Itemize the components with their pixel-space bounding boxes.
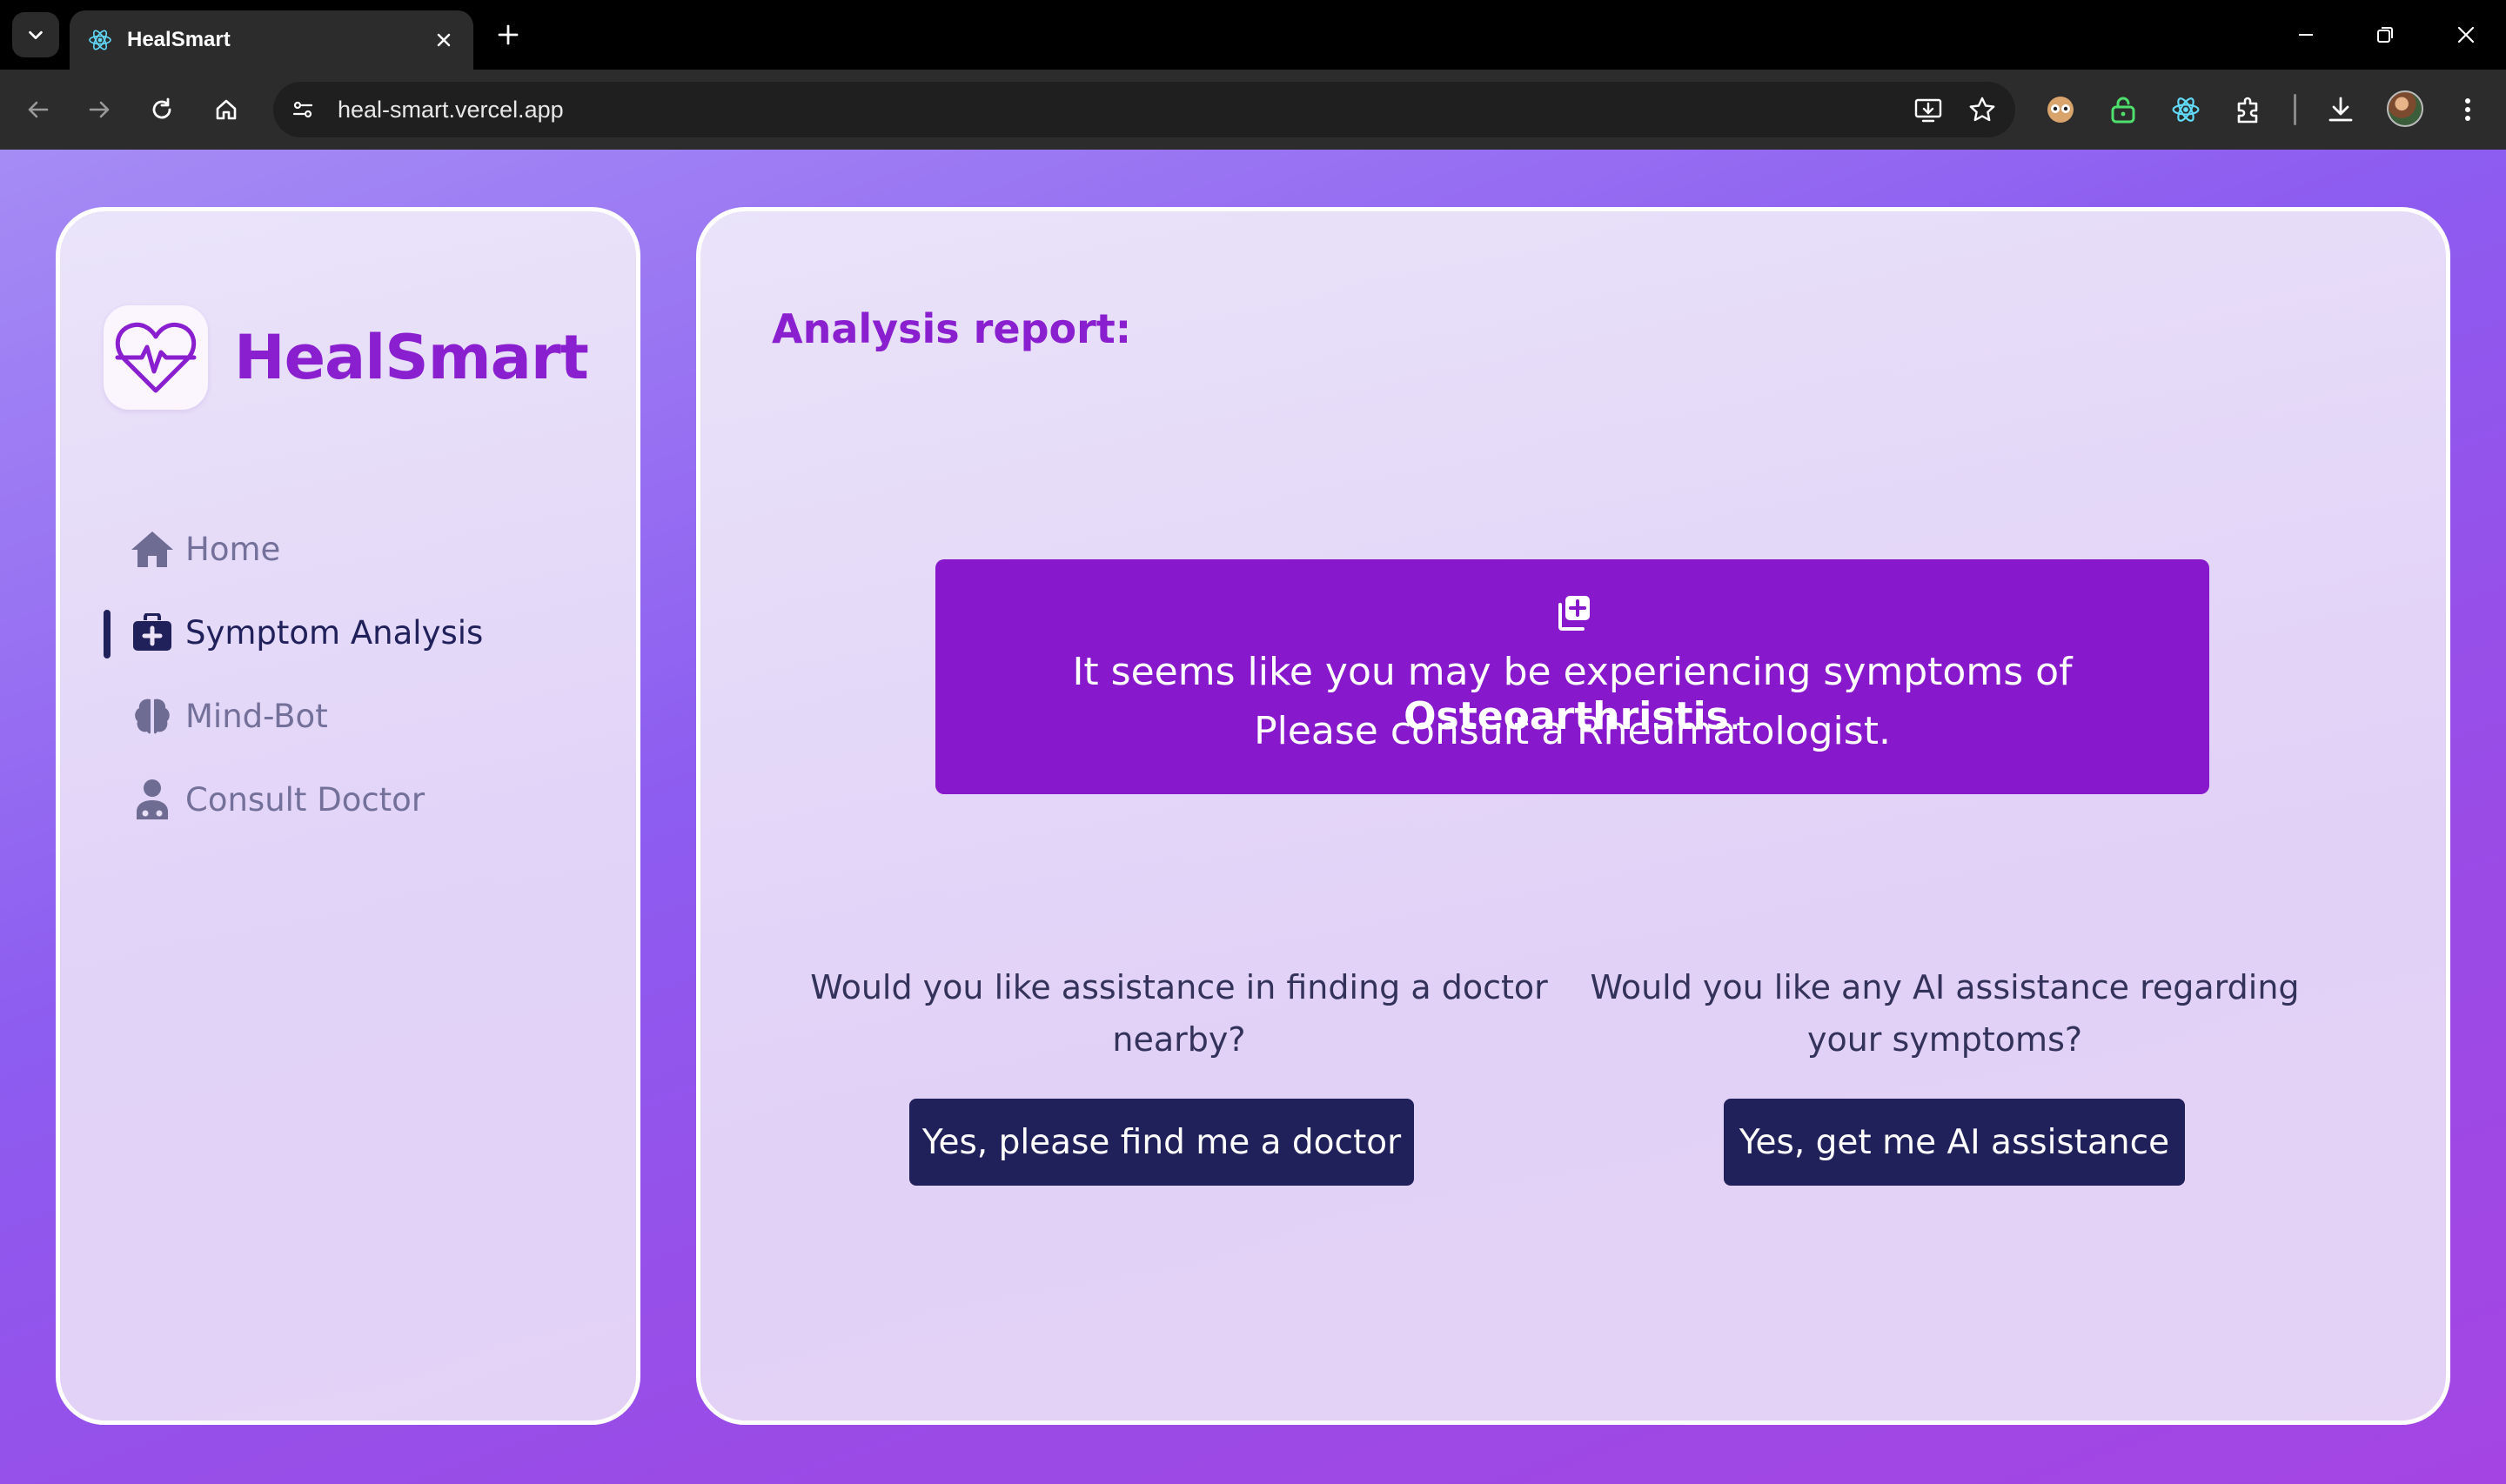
minimize-button[interactable] [2282,14,2330,56]
install-app-button[interactable] [1907,89,1949,130]
sidebar-item-mind-bot[interactable]: Mind-Bot [104,674,591,758]
medkit-icon [130,612,175,653]
toolbar-divider [2294,94,2296,125]
doctor-question: Would you like assistance in finding a d… [810,968,1548,1059]
heart-pulse-icon [115,322,197,393]
sidebar-item-label: Mind-Bot [185,697,328,735]
back-button[interactable] [17,89,59,130]
bookmark-button[interactable] [1961,89,2003,130]
sidebar-item-consult-doctor[interactable]: Consult Doctor [104,758,591,841]
ai-assistance-button[interactable]: Yes, get me AI assistance [1724,1099,2185,1186]
profile-avatar[interactable] [2387,90,2423,127]
home-icon [130,528,175,570]
logo [104,305,208,410]
extension-eyes-button[interactable] [2040,89,2081,130]
sidebar-item-symptom-analysis[interactable]: Symptom Analysis [104,591,591,674]
reload-icon [152,97,171,119]
browser-tab[interactable]: HealSmart [70,10,473,70]
tab-close-button[interactable] [426,23,461,57]
home-button[interactable] [205,89,247,130]
sidebar-nav: Home Symptom Analysis Mind-Bot Consult D… [104,507,591,841]
close-icon [2457,26,2475,43]
find-doctor-button[interactable]: Yes, please find me a doctor [909,1099,1414,1186]
lock-open-icon [2111,97,2135,124]
minimize-icon [2299,34,2313,36]
analysis-panel: Analysis report: It seems like you may b… [696,207,2450,1425]
new-tab-button[interactable] [489,16,527,54]
extension-react-button[interactable] [2165,89,2207,130]
sidebar: HealSmart Home Symptom Analysis Mind-Bot… [56,207,640,1425]
tab-title: HealSmart [127,28,231,51]
sidebar-item-home[interactable]: Home [104,507,591,591]
arrow-left-icon [28,101,49,118]
extensions-button[interactable] [2228,89,2269,130]
specialist-advice: Please consult a Rheumatologist. [1254,709,1891,753]
arrow-right-icon [89,101,110,118]
react-icon [2172,97,2200,122]
brand[interactable]: HealSmart [104,305,589,410]
sidebar-item-label: Consult Doctor [185,780,425,819]
downloads-button[interactable] [2320,89,2362,130]
browser-menu-button[interactable] [2447,89,2489,130]
ai-question: Would you like any AI assistance regardi… [1590,968,2300,1059]
active-indicator [104,610,111,658]
restore-button[interactable] [2361,14,2409,56]
react-icon [89,30,111,50]
more-vertical-icon [2465,98,2470,121]
doctor-icon [130,779,175,820]
extension-lock-button[interactable] [2102,89,2144,130]
reload-button[interactable] [141,89,183,130]
tune-icon [292,101,313,118]
address-bar[interactable]: heal-smart.vercel.app [273,82,2015,137]
sidebar-item-label: Home [185,530,281,568]
home-outline-icon [216,99,237,120]
plus-icon [498,24,519,45]
sidebar-item-label: Symptom Analysis [185,613,484,652]
brand-name: HealSmart [234,322,589,393]
page-title: Analysis report: [772,305,1132,352]
forward-button[interactable] [78,89,120,130]
restore-icon [2377,27,2393,43]
browser-toolbar: heal-smart.vercel.app [0,70,2506,150]
site-info-button[interactable] [284,90,322,129]
install-icon [1914,98,1942,123]
eyes-extension-icon [2047,97,2074,123]
copy-plus-icon [1558,596,1590,631]
star-icon [1969,97,1995,122]
diagnosis-card: It seems like you may be experiencing sy… [935,559,2209,794]
tab-search-button[interactable] [12,12,59,57]
close-window-button[interactable] [2442,14,2490,56]
puzzle-icon [2237,97,2258,124]
tab-strip: HealSmart [0,0,2506,70]
chevron-down-icon [29,30,43,40]
download-icon [2328,97,2353,122]
close-icon [437,33,451,47]
app-page: HealSmart Home Symptom Analysis Mind-Bot… [0,150,2506,1484]
url-text: heal-smart.vercel.app [338,96,564,123]
brain-icon [130,695,175,737]
